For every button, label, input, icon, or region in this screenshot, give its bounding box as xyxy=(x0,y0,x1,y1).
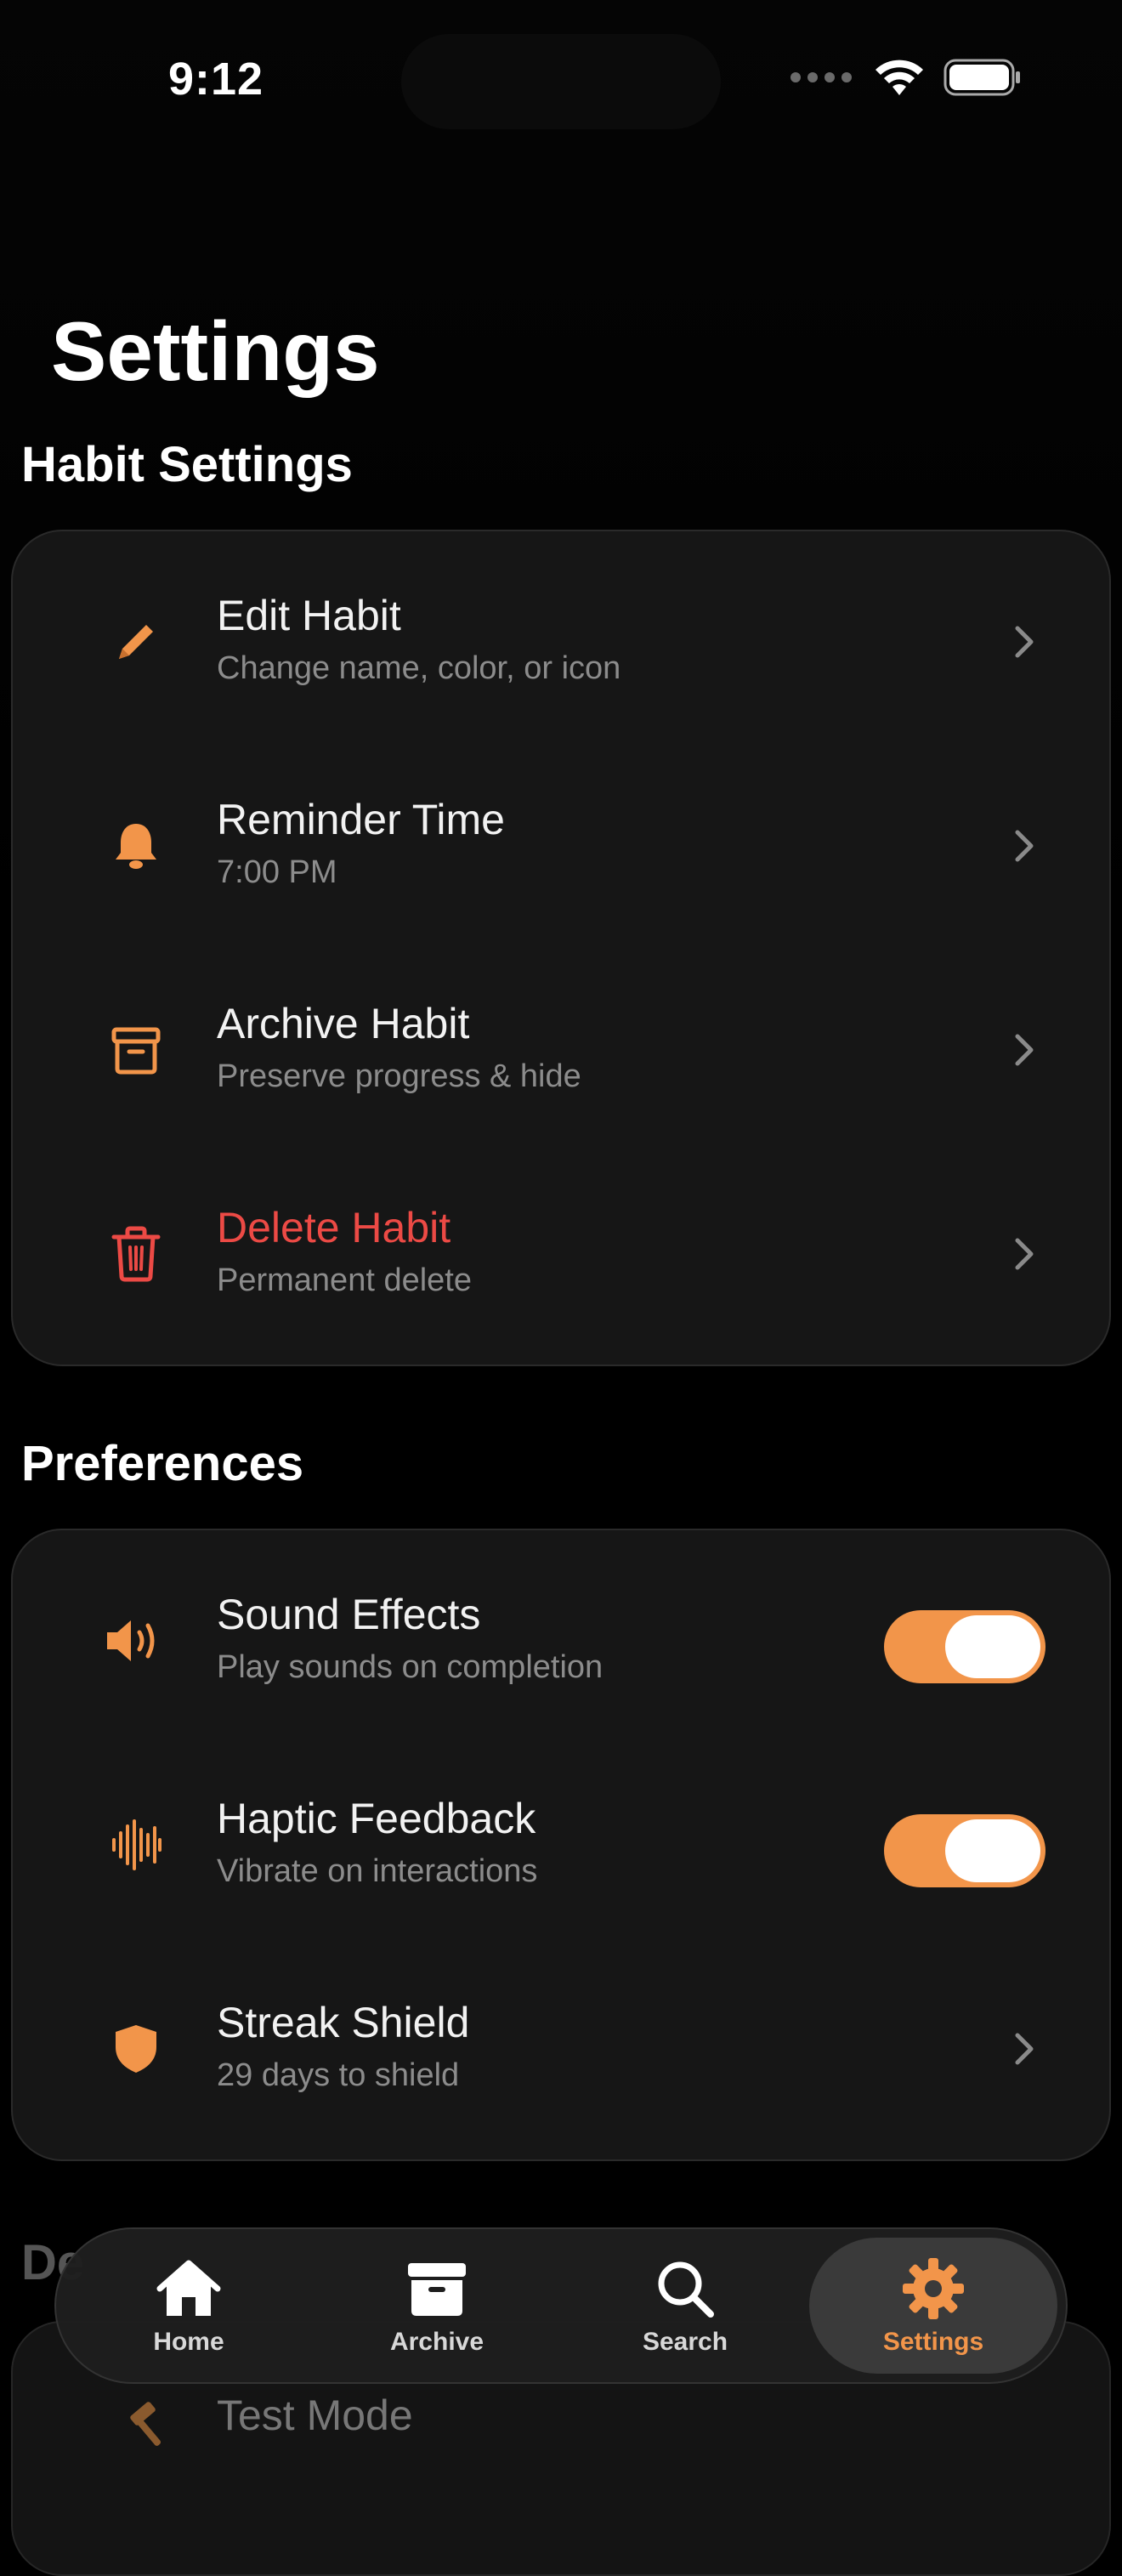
tab-bar: Home Archive Search Settings xyxy=(54,2227,1068,2384)
tab-label: Settings xyxy=(882,2328,984,2356)
archive-habit-title: Archive Habit xyxy=(217,1000,470,1047)
edit-habit-title: Edit Habit xyxy=(217,592,401,639)
haptic-feedback-subtitle: Vibrate on interactions xyxy=(217,1853,538,1889)
tab-label: Search xyxy=(642,2328,728,2356)
archive-habit-subtitle: Preserve progress & hide xyxy=(217,1058,581,1094)
sound-effects-title: Sound Effects xyxy=(217,1591,481,1638)
tab-settings[interactable]: Settings xyxy=(809,2238,1057,2374)
reminder-time-value: 7:00 PM xyxy=(217,854,337,890)
pencil-icon xyxy=(98,604,174,680)
house-icon xyxy=(155,2255,223,2323)
sound-effects-subtitle: Play sounds on completion xyxy=(217,1649,604,1685)
delete-habit-subtitle: Permanent delete xyxy=(217,1262,472,1298)
wifi-icon xyxy=(876,60,923,95)
delete-habit-title: Delete Habit xyxy=(217,1204,451,1251)
archive-box-icon xyxy=(403,2255,471,2323)
preferences-card: Sound Effects Play sounds on completion xyxy=(11,1529,1111,2161)
streak-shield-title: Streak Shield xyxy=(217,1999,470,2046)
haptic-feedback-toggle[interactable] xyxy=(884,1814,1046,1887)
test-mode-title[interactable]: Test Mode xyxy=(217,2391,413,2440)
waveform-icon xyxy=(98,1807,174,1883)
battery-icon xyxy=(944,59,1020,96)
reminder-time-title: Reminder Time xyxy=(217,796,505,843)
chevron-right-icon xyxy=(1007,618,1041,666)
magnifying-glass-icon xyxy=(651,2255,719,2323)
cellular-dots-icon xyxy=(790,72,852,82)
habit-settings-card: Edit Habit Change name, color, or icon R… xyxy=(11,530,1111,1366)
hammer-icon xyxy=(123,2401,174,2452)
archive-habit-row[interactable]: Archive Habit Preserve progress & hide xyxy=(13,948,1109,1152)
gear-icon xyxy=(899,2255,967,2323)
chevron-right-icon xyxy=(1007,2025,1041,2073)
sound-effects-toggle[interactable] xyxy=(884,1610,1046,1683)
page-title: Settings xyxy=(51,304,380,398)
dynamic-island xyxy=(401,34,721,129)
reminder-time-row[interactable]: Reminder Time 7:00 PM xyxy=(13,744,1109,948)
tab-archive[interactable]: Archive xyxy=(313,2238,561,2374)
trash-icon xyxy=(98,1216,174,1292)
haptic-feedback-title: Haptic Feedback xyxy=(217,1795,536,1842)
tab-search[interactable]: Search xyxy=(561,2238,809,2374)
shield-icon xyxy=(98,2011,174,2087)
streak-shield-subtitle: 29 days to shield xyxy=(217,2057,460,2093)
status-time: 9:12 xyxy=(168,54,264,105)
status-bar: 9:12 xyxy=(0,0,1122,162)
speaker-icon xyxy=(98,1603,174,1679)
chevron-right-icon xyxy=(1007,1230,1041,1278)
status-icons xyxy=(790,58,1022,97)
chevron-right-icon xyxy=(1007,1026,1041,1074)
section-header-habit-settings: Habit Settings xyxy=(21,437,353,492)
tab-home[interactable]: Home xyxy=(65,2238,313,2374)
haptic-feedback-row: Haptic Feedback Vibrate on interactions xyxy=(13,1743,1109,1947)
archive-box-icon xyxy=(98,1012,174,1088)
chevron-right-icon xyxy=(1007,822,1041,870)
delete-habit-row[interactable]: Delete Habit Permanent delete xyxy=(13,1152,1109,1356)
tab-label: Archive xyxy=(389,2328,484,2356)
edit-habit-row[interactable]: Edit Habit Change name, color, or icon xyxy=(13,540,1109,744)
toggle-knob xyxy=(945,1615,1040,1678)
edit-habit-subtitle: Change name, color, or icon xyxy=(217,650,621,686)
tab-label: Home xyxy=(153,2328,224,2356)
toggle-knob xyxy=(945,1819,1040,1882)
sound-effects-row: Sound Effects Play sounds on completion xyxy=(13,1539,1109,1743)
streak-shield-row[interactable]: Streak Shield 29 days to shield xyxy=(13,1947,1109,2151)
section-header-preferences: Preferences xyxy=(21,1436,304,1491)
bell-icon xyxy=(98,808,174,884)
